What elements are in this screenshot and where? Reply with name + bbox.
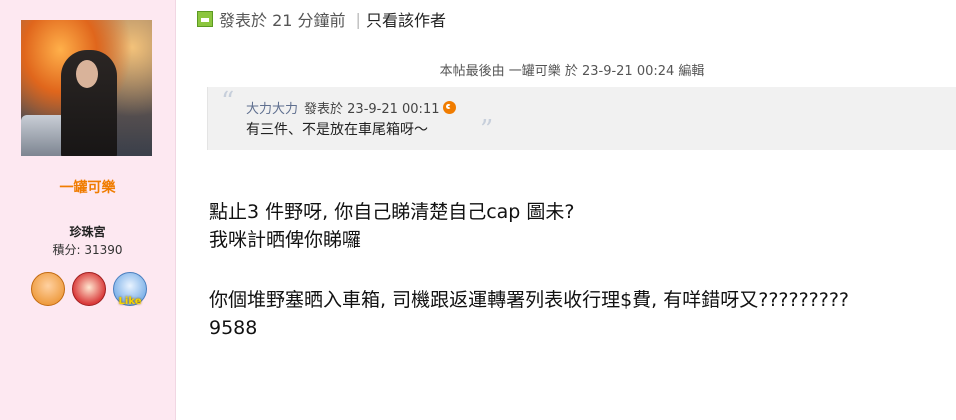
quote-author: 大力大力 — [246, 102, 299, 117]
medal-list: Like — [31, 272, 147, 307]
poster-name-link[interactable]: 一罐可樂 — [0, 177, 175, 197]
quote-meta: 大力大力 發表於 23-9-21 00:11 — [246, 98, 457, 117]
edit-note: 本帖最後由 一罐可樂 於 23-9-21 00:24 編輯 — [439, 64, 705, 79]
jump-to-post-icon[interactable] — [443, 101, 457, 114]
quote-open-icon: “ — [221, 87, 235, 117]
quote-text: 有三件、不是放在車尾箱呀～ — [246, 122, 428, 138]
avatar-face — [76, 60, 98, 88]
medal-icon[interactable] — [31, 272, 65, 306]
post-line: 我咪計晒俾你睇囉 — [209, 229, 362, 251]
user-rank: 珍珠宮 — [69, 225, 106, 239]
post-time: 發表於 21 分鐘前 — [219, 11, 346, 30]
avatar-background-car — [21, 115, 66, 156]
avatar[interactable] — [21, 20, 152, 156]
quote-block: “ 大力大力 發表於 23-9-21 00:11 有三件、不是放在車尾箱呀～ ” — [207, 87, 956, 150]
only-author-link[interactable]: 只看該作者 — [366, 7, 446, 31]
author-sidebar: 一罐可樂 珍珠宮 積分: 31390 Like — [0, 0, 176, 420]
quote-close-icon: ” — [480, 115, 494, 145]
medal-label: Like — [118, 296, 142, 307]
post-line: 你個堆野塞晒入車箱, 司機跟返運轉署列表收行理$費, 有咩錯呀又????????… — [209, 289, 850, 311]
meta-separator: | — [355, 9, 361, 29]
post-line: 9588 — [209, 317, 258, 339]
post-body: 點止3 件野呀, 你自己睇清楚自己cap 圖未? 我咪計晒俾你睇囉 你個堆野塞晒… — [209, 198, 954, 342]
post-meta-bar: 發表於 21 分鐘前 | 只看該作者 — [197, 7, 956, 31]
post-status-icon — [197, 11, 213, 27]
medal-icon[interactable] — [72, 272, 106, 306]
user-credits: 積分: 31390 — [52, 243, 123, 257]
quote-posted-time: 發表於 23-9-21 00:11 — [304, 102, 440, 117]
post-line: 點止3 件野呀, 你自己睇清楚自己cap 圖未? — [209, 201, 575, 223]
like-medal-icon[interactable]: Like — [113, 272, 147, 307]
